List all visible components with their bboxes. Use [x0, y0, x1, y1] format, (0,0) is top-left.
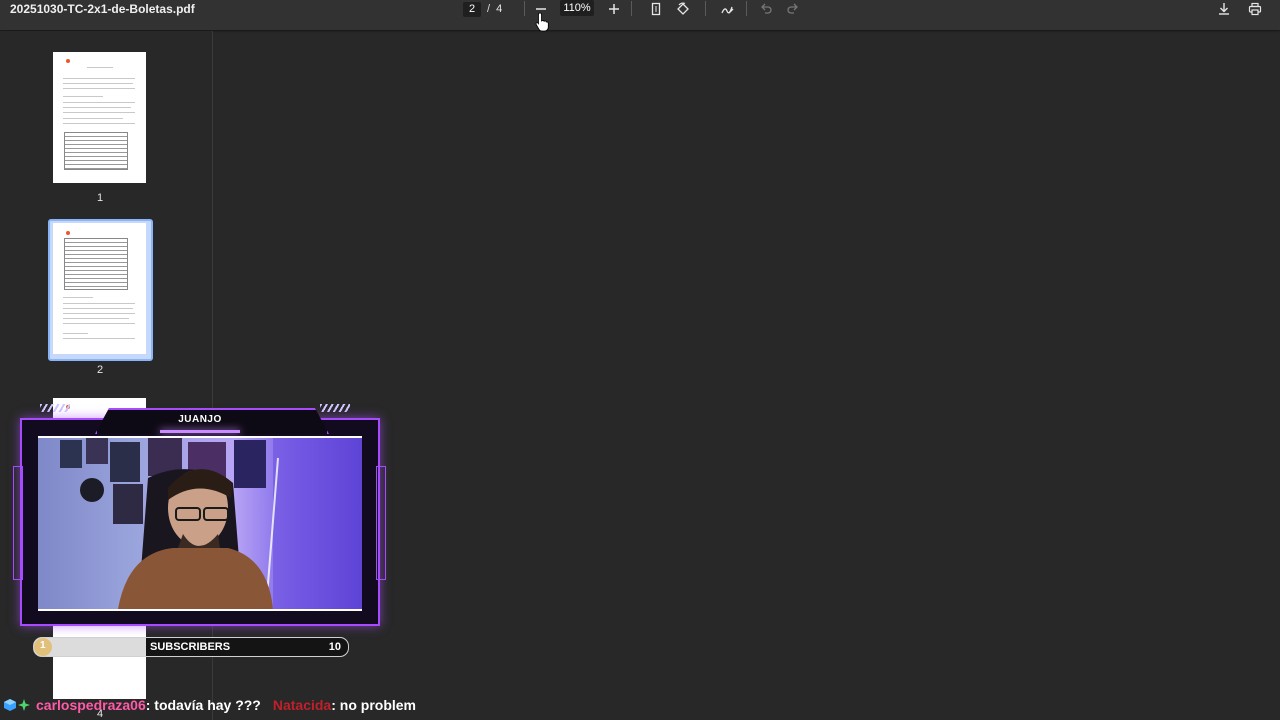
thumbnail-label-2: 2 [96, 364, 104, 376]
redo-button[interactable] [783, 0, 803, 18]
zoom-level-input[interactable]: 110% [560, 0, 594, 16]
hand-cursor-icon [535, 12, 549, 32]
undo-icon [761, 3, 772, 14]
document-title: 20251030-TC-2x1-de-Boletas.pdf [10, 2, 195, 16]
current-page-input[interactable]: 2 [463, 1, 481, 17]
star-badge-icon [18, 699, 30, 711]
page-navigator: 2 / 4 [463, 0, 502, 18]
chat-message: : todavía hay ??? [145, 697, 261, 713]
table-preview [64, 238, 128, 290]
page-separator: / [487, 3, 491, 15]
toolbar-divider [631, 1, 632, 16]
logo-mark [66, 59, 70, 63]
frame-side-accent [376, 466, 386, 580]
subscriber-current-count: 1 [40, 640, 46, 651]
total-pages: 4 [496, 3, 503, 15]
chat-username: carlospedraza06 [36, 697, 146, 713]
zoom-in-icon [609, 4, 619, 14]
name-glow [160, 430, 240, 433]
fit-page-icon [651, 2, 661, 16]
chat-overlay: carlospedraza06 : todavía hay ??? Nataci… [4, 697, 416, 713]
chat-message: : no problem [331, 697, 416, 713]
subscriber-goal-bar: 1 SUBSCRIBERS 10 [33, 637, 349, 657]
fit-page-button[interactable] [646, 0, 666, 18]
toolbar-divider [524, 1, 525, 16]
print-icon [1248, 2, 1262, 16]
pdf-toolbar: 20251030-TC-2x1-de-Boletas.pdf 2 / 4 110… [0, 0, 1280, 30]
toolbar-divider [746, 1, 747, 16]
draw-icon [721, 6, 734, 14]
zoom-in-button[interactable] [604, 0, 624, 18]
page-thumbnail-4[interactable] [53, 619, 146, 699]
streamer-name: JUANJO [178, 414, 222, 425]
toolbar-divider [705, 1, 706, 16]
subscriber-label: SUBSCRIBERS [150, 641, 231, 653]
download-button[interactable] [1214, 0, 1234, 18]
decorative-hatch [40, 404, 70, 412]
undo-button[interactable] [756, 0, 776, 18]
webcam-scene [60, 438, 362, 609]
chat-username: Natacida [272, 697, 332, 713]
download-icon [1219, 3, 1229, 15]
decorative-hatch [320, 404, 350, 412]
cube-badge-icon [4, 699, 16, 711]
subscriber-goal: 10 [328, 641, 341, 653]
table-preview [64, 132, 128, 170]
webcam-video [38, 436, 362, 611]
page-thumbnail-2[interactable] [53, 223, 146, 354]
rotate-button[interactable] [673, 0, 693, 18]
print-button[interactable] [1245, 0, 1265, 18]
draw-button[interactable] [717, 0, 737, 18]
frame-side-accent [13, 466, 23, 580]
redo-icon [787, 3, 798, 14]
rotate-icon [677, 2, 689, 15]
page-thumbnail-1[interactable] [53, 52, 146, 183]
thumbnail-label-1: 1 [96, 192, 104, 204]
